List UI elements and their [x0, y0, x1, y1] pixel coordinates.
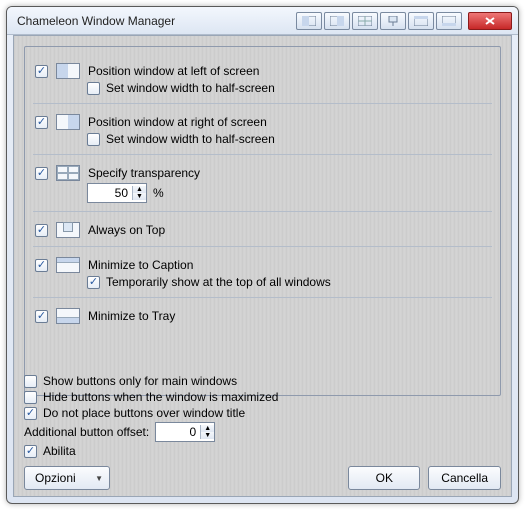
spin-up[interactable]: ▲ — [201, 425, 214, 432]
option-transparency: Specify transparency ▲▼ % — [33, 159, 492, 212]
option-ontop: Always on Top — [33, 216, 492, 247]
label: Abilita — [43, 444, 76, 458]
label: Set window width to half-screen — [106, 81, 275, 95]
pos-left-icon — [56, 63, 80, 79]
checkbox-pos-left-half[interactable] — [87, 82, 100, 95]
options-panel: Position window at left of screen Set wi… — [24, 46, 501, 396]
titlebar-caption-icon[interactable] — [408, 12, 434, 30]
close-button[interactable] — [468, 12, 512, 30]
label: Do not place buttons over window title — [43, 406, 245, 420]
option-tray: Minimize to Tray — [33, 302, 492, 332]
label: Hide buttons when the window is maximize… — [43, 390, 278, 404]
spin-up[interactable]: ▲ — [133, 186, 146, 193]
titlebar-ontop-icon[interactable] — [380, 12, 406, 30]
bottom-area: Show buttons only for main windows Hide … — [24, 374, 501, 490]
titlebar-transparency-icon[interactable] — [352, 12, 378, 30]
option-pos-right: Position window at right of screen Set w… — [33, 108, 492, 155]
offset-spinner[interactable]: ▲▼ — [155, 422, 215, 442]
transparency-icon — [56, 165, 80, 181]
checkbox-enable[interactable] — [24, 445, 37, 458]
checkbox-tray[interactable] — [35, 310, 48, 323]
checkbox-ontop[interactable] — [35, 224, 48, 237]
label: Always on Top — [88, 223, 165, 237]
spin-down[interactable]: ▼ — [133, 193, 146, 200]
checkbox-only-main[interactable] — [24, 375, 37, 388]
label: Temporarily show at the top of all windo… — [106, 275, 331, 289]
offset-label: Additional button offset: — [24, 425, 149, 439]
cancel-button[interactable]: Cancella — [428, 466, 501, 490]
label: Position window at left of screen — [88, 64, 259, 78]
checkbox-pos-left[interactable] — [35, 65, 48, 78]
client-area: Position window at left of screen Set wi… — [13, 35, 512, 497]
label: Position window at right of screen — [88, 115, 267, 129]
titlebar-pos-right-icon[interactable] — [324, 12, 350, 30]
label: Minimize to Caption — [88, 258, 193, 272]
option-pos-left: Position window at left of screen Set wi… — [33, 57, 492, 104]
option-caption: Minimize to Caption Temporarily show at … — [33, 251, 492, 298]
label: Opzioni — [35, 471, 76, 485]
caption-icon — [56, 257, 80, 273]
label: Minimize to Tray — [88, 309, 175, 323]
tray-icon — [56, 308, 80, 324]
transparency-spinner[interactable]: ▲▼ — [87, 183, 147, 203]
checkbox-transparency[interactable] — [35, 167, 48, 180]
titlebar: Chameleon Window Manager — [7, 7, 518, 35]
pos-right-icon — [56, 114, 80, 130]
ok-button[interactable]: OK — [348, 466, 420, 490]
ontop-icon — [56, 222, 80, 238]
checkbox-pos-right-half[interactable] — [87, 133, 100, 146]
spin-down[interactable]: ▼ — [201, 432, 214, 439]
label: Show buttons only for main windows — [43, 374, 237, 388]
label: Set window width to half-screen — [106, 132, 275, 146]
checkbox-caption[interactable] — [35, 259, 48, 272]
chevron-down-icon: ▼ — [95, 474, 103, 483]
checkbox-hide-max[interactable] — [24, 391, 37, 404]
titlebar-pos-left-icon[interactable] — [296, 12, 322, 30]
transparency-input[interactable] — [88, 184, 132, 202]
titlebar-extra-buttons — [296, 12, 462, 30]
offset-input[interactable] — [156, 423, 200, 441]
label: Specify transparency — [88, 166, 200, 180]
titlebar-tray-icon[interactable] — [436, 12, 462, 30]
window-title: Chameleon Window Manager — [13, 14, 296, 28]
checkbox-not-title[interactable] — [24, 407, 37, 420]
options-button[interactable]: Opzioni ▼ — [24, 466, 110, 490]
checkbox-pos-right[interactable] — [35, 116, 48, 129]
checkbox-caption-temp[interactable] — [87, 276, 100, 289]
unit: % — [153, 186, 164, 200]
window: Chameleon Window Manager Position window… — [6, 6, 519, 504]
